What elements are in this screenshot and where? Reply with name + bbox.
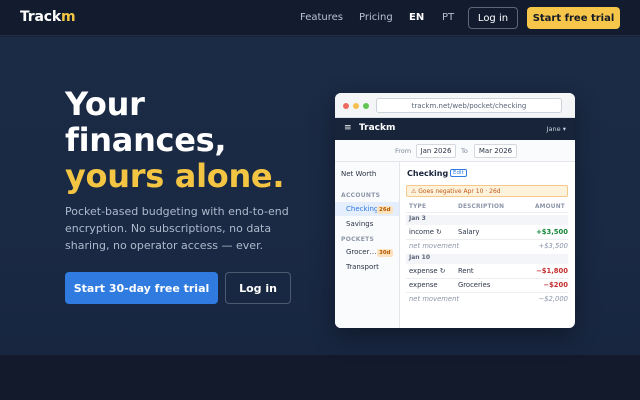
from-label: From bbox=[395, 147, 412, 155]
row-type: expense bbox=[409, 281, 438, 289]
sidebar-item-transport: Transport bbox=[346, 263, 379, 271]
date-group-header: Jan 3 bbox=[406, 215, 568, 225]
logo-prefix: Track bbox=[20, 9, 61, 25]
row-type: expense ↻ bbox=[409, 267, 446, 275]
mock-sidebar: Net Worth ACCOUNTS Checking 26d Savings … bbox=[335, 162, 400, 328]
net-movement-value: +$3,500 bbox=[538, 242, 568, 250]
mock-main-panel: Checking Edit ⚠ Goes negative Apr 10 · 2… bbox=[400, 162, 575, 328]
date-group-header: Jan 10 bbox=[406, 254, 568, 264]
to-label: To bbox=[461, 147, 468, 155]
row-amount: −$1,800 bbox=[536, 267, 568, 275]
column-type: TYPE bbox=[409, 204, 427, 210]
row-description: Rent bbox=[458, 267, 474, 275]
sidebar-item-groceries: Grocer… bbox=[346, 248, 377, 256]
negative-balance-warning: ⚠ Goes negative Apr 10 · 26d bbox=[406, 185, 568, 197]
browser-chrome: trackm.net/web/pocket/checking bbox=[335, 93, 575, 118]
maximize-dot-icon bbox=[363, 103, 369, 109]
hamburger-icon: ≡ bbox=[344, 123, 352, 133]
nav-pricing-link[interactable]: Pricing bbox=[359, 12, 393, 23]
groceries-badge: 30d bbox=[377, 249, 393, 257]
logo[interactable]: Trackm bbox=[20, 9, 76, 25]
nav-features-link[interactable]: Features bbox=[300, 12, 343, 23]
column-amount: AMOUNT bbox=[535, 204, 565, 210]
checking-badge: 26d bbox=[377, 206, 393, 214]
to-date-field: Mar 2026 bbox=[474, 144, 517, 158]
address-bar: trackm.net/web/pocket/checking bbox=[376, 98, 562, 113]
header-divider bbox=[406, 212, 568, 213]
app-preview-window: trackm.net/web/pocket/checking ≡ Trackm … bbox=[335, 93, 575, 328]
row-divider bbox=[406, 239, 568, 240]
app-title: Trackm bbox=[359, 123, 396, 133]
row-description: Salary bbox=[458, 228, 480, 236]
app-header: ≡ Trackm Jane ▾ bbox=[335, 118, 575, 140]
row-divider bbox=[406, 278, 568, 279]
net-movement-value: −$2,000 bbox=[538, 295, 568, 303]
sidebar-item-checking: Checking bbox=[346, 205, 379, 213]
edit-button: Edit bbox=[450, 169, 467, 177]
lang-en-link[interactable]: EN bbox=[409, 12, 424, 23]
close-dot-icon bbox=[343, 103, 349, 109]
date-range-bar: From Jan 2026 To Mar 2026 bbox=[335, 140, 575, 162]
row-amount: +$3,500 bbox=[536, 228, 568, 236]
top-nav: Trackm Features Pricing EN PT Log in Sta… bbox=[0, 0, 640, 36]
nav-trial-button[interactable]: Start free trial bbox=[527, 7, 620, 29]
nav-login-button[interactable]: Log in bbox=[468, 7, 518, 29]
bottom-band bbox=[0, 355, 640, 400]
accounts-heading: ACCOUNTS bbox=[341, 192, 381, 199]
pockets-heading: POCKETS bbox=[341, 236, 375, 243]
column-description: DESCRIPTION bbox=[458, 204, 505, 210]
row-type: income ↻ bbox=[409, 228, 442, 236]
net-movement-label: net movement bbox=[409, 295, 460, 303]
headline-line-3: yours alone. bbox=[65, 157, 285, 195]
hero-login-button[interactable]: Log in bbox=[225, 272, 291, 304]
logo-suffix: m bbox=[60, 9, 76, 25]
hero-subtitle: Pocket-based budgeting with end-to-end e… bbox=[65, 205, 289, 252]
lang-pt-link[interactable]: PT bbox=[442, 12, 454, 23]
sidebar-item-net-worth: Net Worth bbox=[341, 170, 377, 178]
hero-headline: Your finances, yours alone. bbox=[65, 86, 284, 194]
row-amount: −$200 bbox=[543, 281, 568, 289]
sidebar-item-savings: Savings bbox=[346, 220, 374, 228]
row-divider bbox=[406, 292, 568, 293]
row-description: Groceries bbox=[458, 281, 491, 289]
headline-line-2: finances, bbox=[65, 121, 227, 159]
user-menu: Jane ▾ bbox=[546, 125, 566, 133]
from-date-field: Jan 2026 bbox=[416, 144, 456, 158]
headline-line-1: Your bbox=[65, 85, 145, 123]
start-trial-button[interactable]: Start 30-day free trial bbox=[65, 272, 218, 304]
account-title: Checking bbox=[407, 169, 449, 178]
net-movement-label: net movement bbox=[409, 242, 460, 250]
minimize-dot-icon bbox=[353, 103, 359, 109]
